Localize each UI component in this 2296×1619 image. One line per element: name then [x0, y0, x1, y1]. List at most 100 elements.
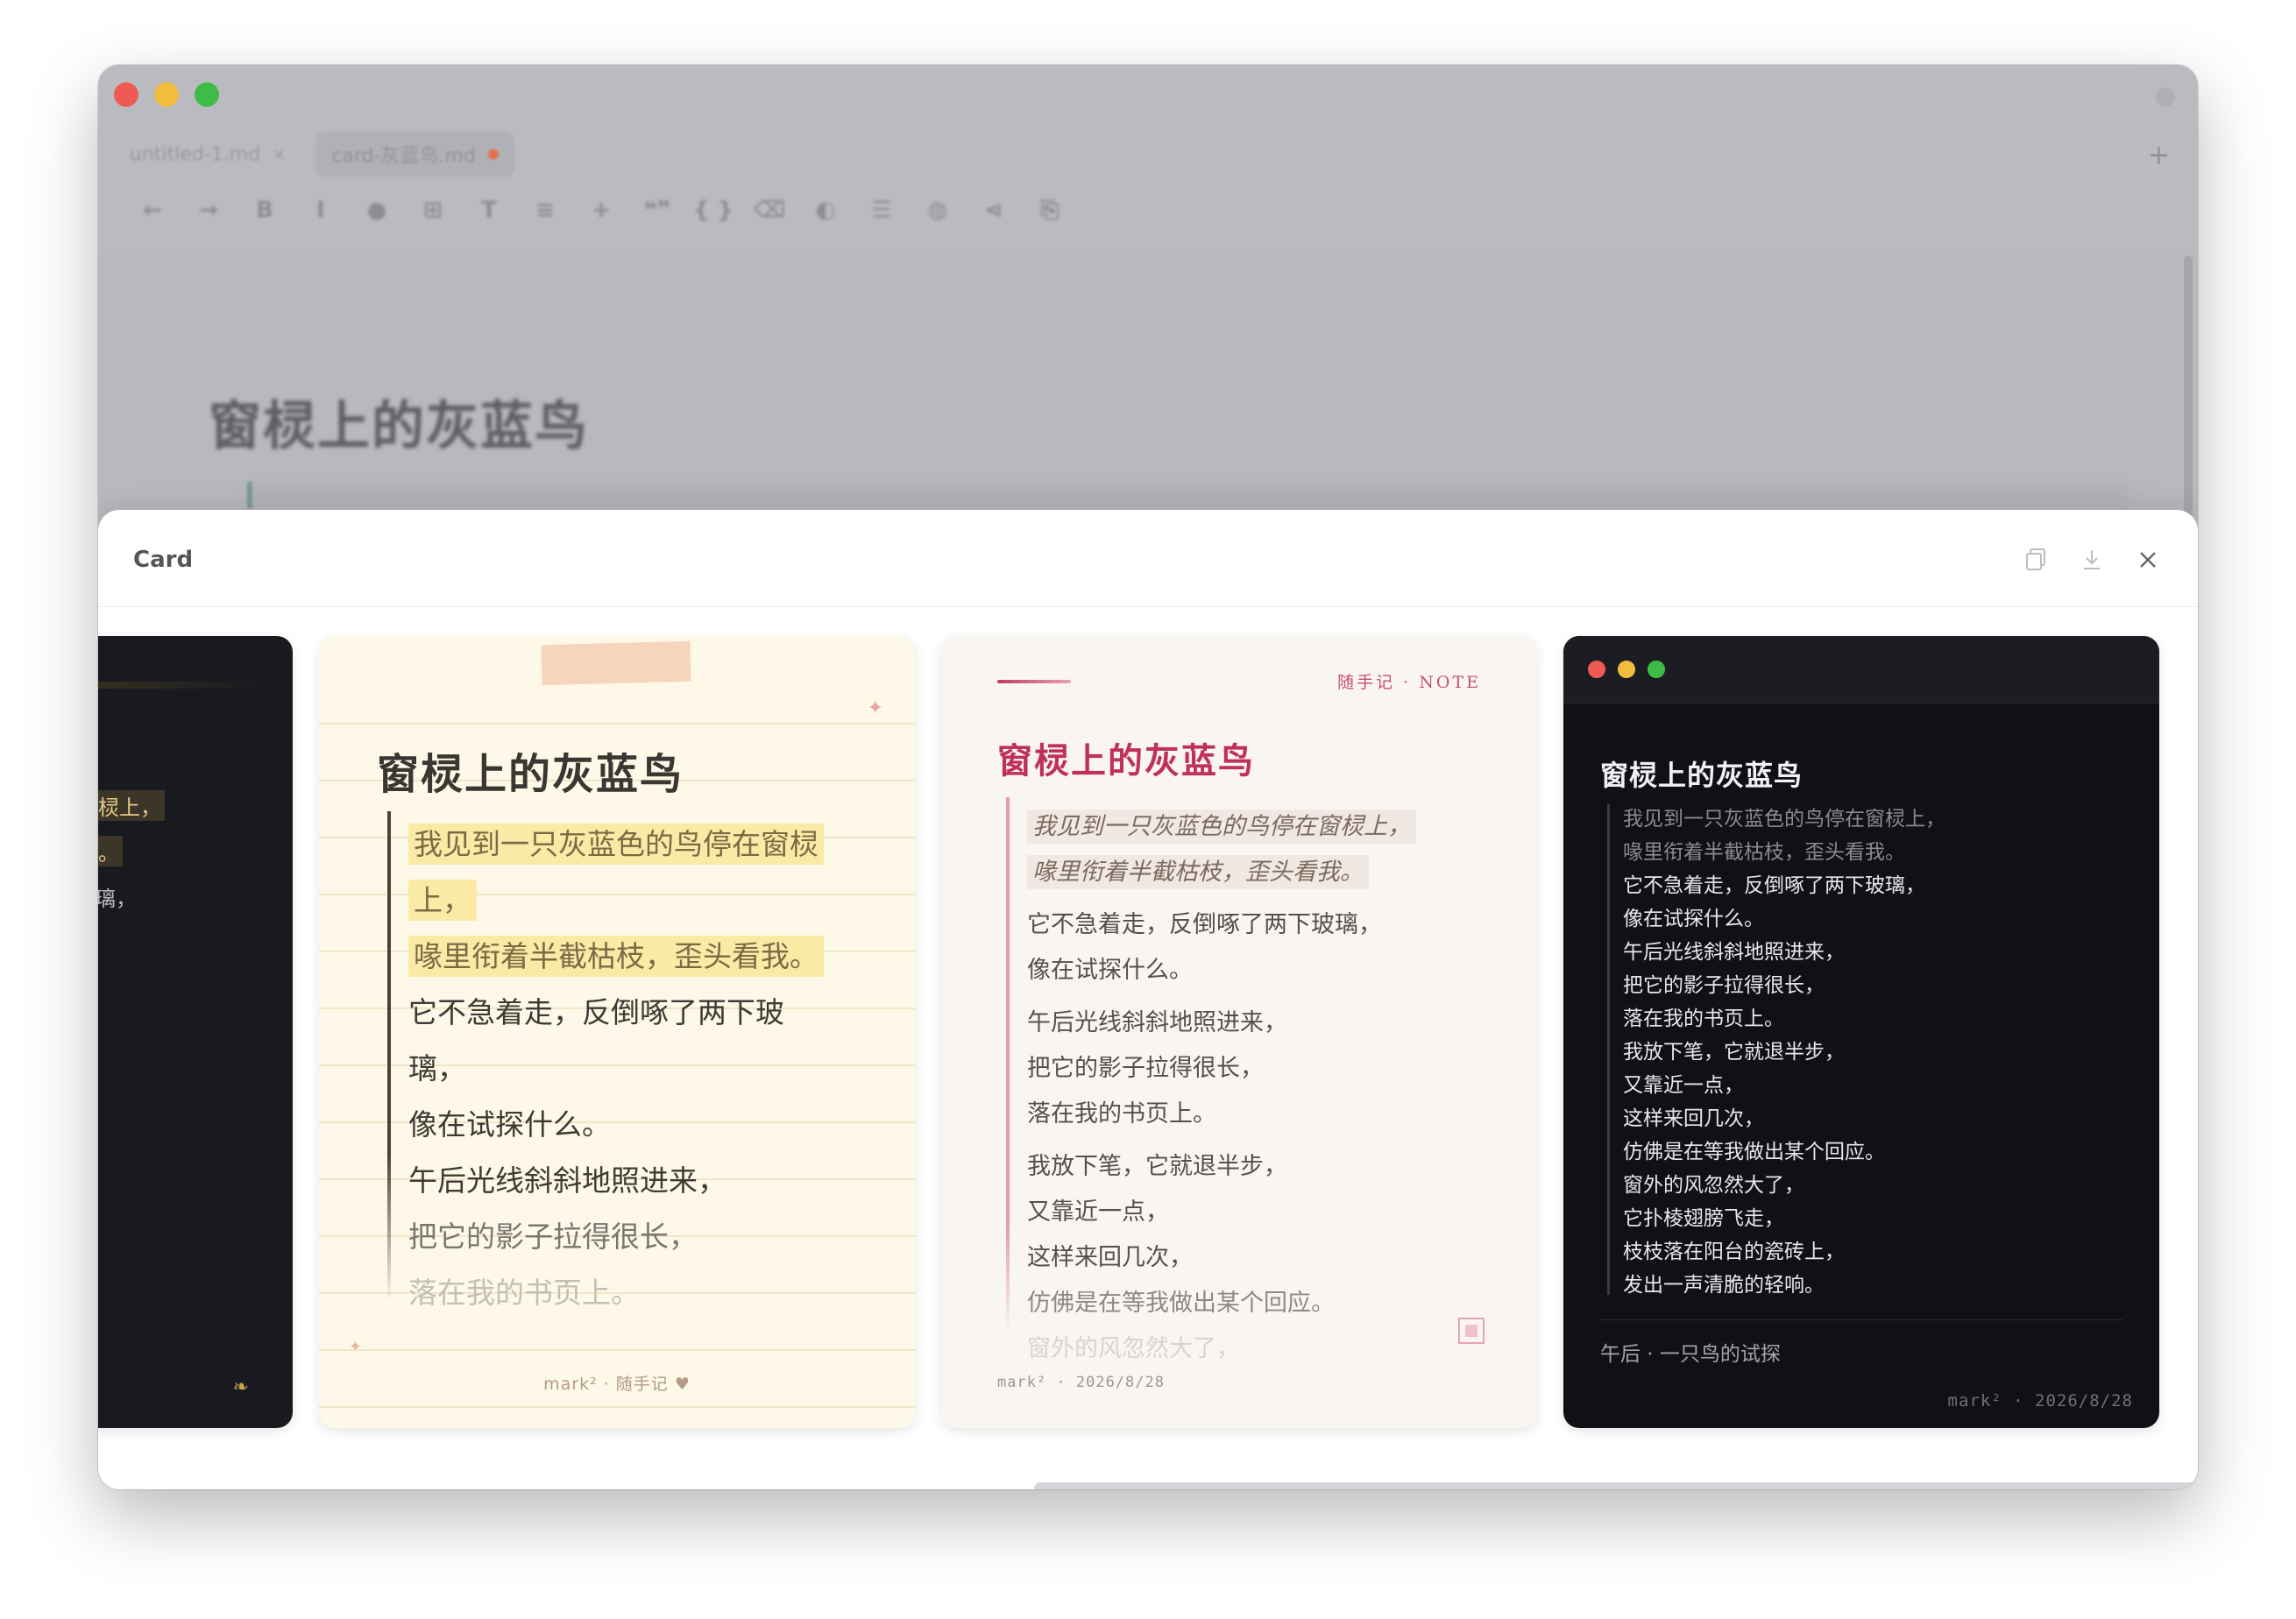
code-button[interactable]: { }: [685, 193, 741, 228]
download-icon[interactable]: [2077, 545, 2107, 575]
editor-toolbar: ← → B I ● ⊞ T ≡ + ❝❞ { } ⌫ ◐ ☰ ◍ ⋖ ⎘: [124, 193, 1078, 228]
card-quote-line: 我见到一只灰蓝色的鸟停在窗棂上，: [1027, 804, 1500, 850]
card-line: 仿佛是在等我做出某个回应。: [1623, 1141, 1885, 1163]
card-line: 又靠近一点，: [1623, 1074, 1744, 1097]
accent-line: [997, 680, 1071, 683]
highlight-button[interactable]: ●: [349, 193, 405, 228]
card-line: 落在我的书页上。: [1623, 1007, 1784, 1030]
copy-icon[interactable]: [2021, 545, 2051, 575]
card-line: 把它的影子拉得很长，: [1623, 974, 1825, 997]
card-line: 它扑棱翅膀飞走，: [1623, 1207, 1784, 1230]
unsaved-dot-icon: [487, 149, 499, 159]
card-line: 枝枝落在阳台的瓷砖上，: [1623, 1241, 1845, 1263]
card-template-note[interactable]: 随手记 · NOTE 窗棂上的灰蓝鸟 我见到一只灰蓝色的鸟停在窗棂上， 喙里衔着…: [941, 636, 1537, 1428]
card-body: 我见到一只灰蓝色的鸟停在窗棂上， 喙里衔着半截枯枝，歪头看我。 它不急着走，反倒…: [1027, 804, 1500, 1372]
card-line: 上，: [408, 873, 864, 929]
redo-button[interactable]: →: [181, 193, 237, 228]
tab-card-file[interactable]: card-灰蓝鸟.md: [315, 131, 514, 177]
table-button[interactable]: ⊞: [405, 193, 461, 228]
sparkle-icon: ✦: [349, 1338, 363, 1356]
divider: [1600, 1319, 2122, 1320]
card-body: 我见到一只灰蓝色的鸟停在窗棂 上， 喙里衔着半截枯枝，歪头看我。 它不急着走，反…: [408, 817, 864, 1321]
share-button[interactable]: ⋖: [966, 193, 1022, 228]
zoom-window-button[interactable]: [195, 82, 219, 107]
card-line: 这样来回几次，: [1027, 1244, 1193, 1271]
card-line: 喙里衔着半截枯枝，歪头看我。: [408, 929, 864, 985]
close-icon[interactable]: ×: [273, 145, 286, 164]
card-quote-line: 喙里衔着半截枯枝，歪头看我。: [1027, 850, 1500, 895]
sparkle-icon: ✦: [867, 697, 883, 719]
bold-button[interactable]: B: [237, 193, 293, 228]
minimize-window-button[interactable]: [154, 82, 179, 107]
card-line: 窗外的风忽然大了，: [1027, 1335, 1240, 1362]
card-line: 落在我的书页上。: [1027, 1100, 1216, 1128]
list-button[interactable]: ≡: [517, 193, 573, 228]
dialog-actions: [2021, 545, 2163, 575]
document-title: 窗棂上的灰蓝鸟: [209, 396, 589, 457]
card-line: 像在试探什么。: [1027, 957, 1193, 984]
card-line: 璃，: [408, 1051, 466, 1085]
red-dot-icon: [1588, 661, 1605, 678]
card-line: 它不急着走，反倒啄了两下玻璃，: [1027, 911, 1382, 938]
quote-bar: [1607, 804, 1610, 1295]
carousel-scrollbar[interactable]: [1034, 1482, 2198, 1489]
card-line: 我见到一只灰蓝色的鸟停在窗棂: [408, 817, 864, 873]
tab-untitled[interactable]: untitled-1.md ×: [114, 131, 301, 177]
theme-button[interactable]: ◐: [797, 193, 854, 228]
card-line: 发出一声清脆的轻响。: [1623, 1274, 1825, 1297]
card-line: 我见到一只灰蓝色的鸟停在窗棂上，: [1623, 808, 1945, 831]
card-line: 这样来回几次，: [1623, 1107, 1764, 1130]
card-carousel[interactable]: 棂上， 。 璃， ❧ ✦ ✦ 窗棂上的灰蓝鸟 我见到一只灰蓝色的鸟停在窗棂 上，…: [98, 606, 2198, 1489]
tape-decoration: [541, 640, 691, 686]
green-dot-icon: [1648, 661, 1665, 678]
quote-bar: [387, 811, 391, 1302]
stamp-icon: [1458, 1318, 1485, 1344]
card-line: 仿佛是在等我做出某个回应。: [1027, 1290, 1335, 1317]
card-template-dark-gold[interactable]: 棂上， 。 璃， ❧: [98, 636, 293, 1428]
quote-button[interactable]: ❝❞: [629, 193, 685, 228]
card-window-bar: [1563, 636, 2159, 703]
italic-button[interactable]: I: [293, 193, 349, 228]
yellow-dot-icon: [1618, 661, 1635, 678]
card-line: 窗外的风忽然大了，: [1623, 1174, 1804, 1197]
card-line: 午后光线斜斜地照进来，: [1623, 941, 1845, 964]
card-line: 棂上，: [98, 790, 165, 821]
card-template-notebook[interactable]: ✦ ✦ 窗棂上的灰蓝鸟 我见到一只灰蓝色的鸟停在窗棂 上， 喙里衔着半截枯枝，歪…: [319, 636, 915, 1428]
new-tab-button[interactable]: +: [2148, 140, 2170, 171]
window-status-dot: [2156, 88, 2175, 107]
card-header-line: [98, 682, 265, 689]
close-icon[interactable]: [2133, 545, 2163, 575]
card-title: 窗棂上的灰蓝鸟: [1600, 759, 1803, 792]
text-cursor: [247, 482, 252, 508]
search-button[interactable]: ◍: [910, 193, 966, 228]
card-line: 又靠近一点，: [1027, 1198, 1169, 1226]
card-line: 像在试探什么。: [1623, 908, 1764, 930]
window-dots: [1588, 661, 1665, 678]
card-line: 把它的影子拉得很长，: [408, 1220, 698, 1254]
app-window: untitled-1.md × card-灰蓝鸟.md + ← → B I ● …: [98, 65, 2198, 1489]
tab-label: card-灰蓝鸟.md: [331, 145, 476, 167]
card-line: 它不急着走，反倒啄了两下玻璃，: [1623, 874, 1925, 897]
outline-button[interactable]: ☰: [854, 193, 910, 228]
card-line: 把它的影子拉得很长，: [1027, 1055, 1264, 1082]
window-controls: [114, 82, 219, 107]
card-template-terminal[interactable]: 窗棂上的灰蓝鸟 我见到一只灰蓝色的鸟停在窗棂上， 喙里衔着半截枯枝，歪头看我。 …: [1563, 636, 2159, 1428]
card-title: 窗棂上的灰蓝鸟: [997, 740, 1255, 781]
export-button[interactable]: ⎘: [1022, 193, 1078, 228]
card-title: 窗棂上的灰蓝鸟: [377, 750, 684, 799]
card-kicker: 随手记 · NOTE: [1337, 673, 1481, 692]
dialog-title: Card: [133, 547, 194, 573]
dialog-header: Card: [98, 510, 2198, 607]
undo-button[interactable]: ←: [124, 193, 181, 228]
card-line: 午后光线斜斜地照进来，: [1027, 1009, 1287, 1036]
close-window-button[interactable]: [114, 82, 138, 107]
insert-button[interactable]: +: [573, 193, 629, 228]
editor-scrollbar[interactable]: [2184, 256, 2193, 519]
card-line: 璃，: [98, 887, 137, 911]
heading-button[interactable]: T: [461, 193, 517, 228]
ornament-icon: ❧: [232, 1376, 249, 1398]
card-dialog: Card 棂上， 。 璃， ❧ ✦ ✦ 窗棂上的灰蓝鸟 我见到一只灰蓝色的鸟停在…: [98, 510, 2198, 1489]
card-line: 午后光线斜斜地照进来，: [408, 1163, 726, 1198]
eraser-button[interactable]: ⌫: [741, 193, 797, 228]
card-line: 我放下笔，它就退半步，: [1027, 1153, 1287, 1180]
